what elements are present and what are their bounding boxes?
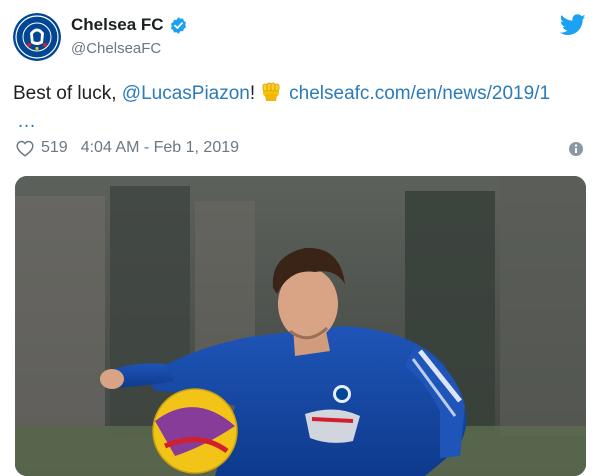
like-count[interactable]: 519 — [41, 139, 68, 157]
tweet-text: Best of luck, @LucasPiazon! chelseafc.co… — [13, 80, 593, 108]
tweet-timestamp[interactable]: 4:04 AM - Feb 1, 2019 — [81, 139, 239, 157]
tweet-meta: 519 4:04 AM - Feb 1, 2019 — [15, 139, 239, 157]
author-handle[interactable]: @ChelseaFC — [71, 40, 161, 57]
verified-badge-icon — [170, 16, 186, 34]
player-training-photo[interactable] — [15, 176, 586, 476]
link-ellipsis[interactable]: … — [17, 111, 37, 133]
photo-illustration — [15, 176, 586, 476]
author-name-row: Chelsea FC — [71, 15, 188, 35]
author-avatar[interactable] — [13, 13, 61, 61]
info-icon[interactable] — [568, 141, 584, 157]
author-display-name[interactable]: Chelsea FC — [71, 15, 164, 35]
mention-link[interactable]: @LucasPiazon — [122, 83, 250, 104]
article-link[interactable]: chelseafc.com/en/news/2019/1 — [289, 83, 550, 104]
tweet-text-prefix: Best of luck, — [13, 83, 122, 104]
heart-icon[interactable] — [15, 139, 35, 157]
twitter-bird-icon[interactable] — [560, 14, 586, 36]
chelsea-crest-icon — [13, 13, 61, 61]
tweet-text-suffix: ! — [249, 83, 256, 104]
raised-fist-emoji — [262, 82, 280, 101]
